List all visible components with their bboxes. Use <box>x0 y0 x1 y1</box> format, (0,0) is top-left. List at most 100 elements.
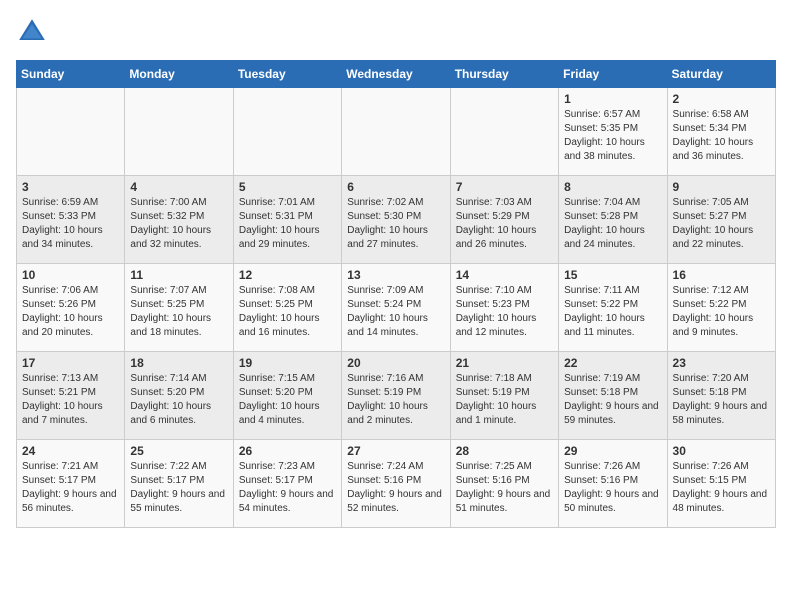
weekday-header: Thursday <box>450 61 558 88</box>
day-info: Sunrise: 7:10 AM Sunset: 5:23 PM Dayligh… <box>456 284 553 340</box>
page-header <box>16 16 776 48</box>
day-info: Sunrise: 7:12 AM Sunset: 5:22 PM Dayligh… <box>673 284 770 340</box>
day-number: 14 <box>456 268 553 282</box>
day-number: 16 <box>673 268 770 282</box>
day-number: 22 <box>564 356 661 370</box>
calendar-cell: 2 Sunrise: 6:58 AM Sunset: 5:34 PM Daylig… <box>667 88 775 176</box>
day-info: Sunrise: 6:59 AM Sunset: 5:33 PM Dayligh… <box>22 196 119 252</box>
day-number: 23 <box>673 356 770 370</box>
day-number: 6 <box>347 180 444 194</box>
day-info: Sunrise: 7:26 AM Sunset: 5:16 PM Dayligh… <box>564 460 661 516</box>
day-number: 12 <box>239 268 336 282</box>
day-info: Sunrise: 7:11 AM Sunset: 5:22 PM Dayligh… <box>564 284 661 340</box>
calendar-cell: 11Sunrise: 7:07 AM Sunset: 5:25 PM Dayli… <box>125 264 233 352</box>
weekday-header: Tuesday <box>233 61 341 88</box>
day-info: Sunrise: 7:20 AM Sunset: 5:18 PM Dayligh… <box>673 372 770 428</box>
calendar-cell: 20 Sunrise: 7:16 AM Sunset: 5:19 PM Dayli… <box>342 352 450 440</box>
calendar-cell: 9Sunrise: 7:05 AM Sunset: 5:27 PM Daylig… <box>667 176 775 264</box>
logo-icon <box>16 16 48 48</box>
logo <box>16 16 52 48</box>
calendar-row: 17Sunrise: 7:13 AM Sunset: 5:21 PM Dayli… <box>17 352 776 440</box>
day-number: 7 <box>456 180 553 194</box>
day-info: Sunrise: 7:02 AM Sunset: 5:30 PM Dayligh… <box>347 196 444 252</box>
day-info: Sunrise: 7:06 AM Sunset: 5:26 PM Dayligh… <box>22 284 119 340</box>
day-number: 3 <box>22 180 119 194</box>
calendar-cell: 19Sunrise: 7:15 AM Sunset: 5:20 PM Dayli… <box>233 352 341 440</box>
calendar-cell: 28 Sunrise: 7:25 AM Sunset: 5:16 PM Dayli… <box>450 440 558 528</box>
calendar-row: 1 Sunrise: 6:57 AM Sunset: 5:35 PM Daylig… <box>17 88 776 176</box>
day-info: Sunrise: 7:07 AM Sunset: 5:25 PM Dayligh… <box>130 284 227 340</box>
calendar-cell: 22 Sunrise: 7:19 AM Sunset: 5:18 PM Dayli… <box>559 352 667 440</box>
day-info: Sunrise: 7:21 AM Sunset: 5:17 PM Dayligh… <box>22 460 119 516</box>
day-info: Sunrise: 7:23 AM Sunset: 5:17 PM Dayligh… <box>239 460 336 516</box>
calendar-cell: 5 Sunrise: 7:01 AM Sunset: 5:31 PM Daylig… <box>233 176 341 264</box>
calendar-cell: 4 Sunrise: 7:00 AM Sunset: 5:32 PM Daylig… <box>125 176 233 264</box>
calendar-cell: 15 Sunrise: 7:11 AM Sunset: 5:22 PM Dayli… <box>559 264 667 352</box>
calendar-cell: 26Sunrise: 7:23 AM Sunset: 5:17 PM Dayli… <box>233 440 341 528</box>
calendar-cell: 14 Sunrise: 7:10 AM Sunset: 5:23 PM Dayli… <box>450 264 558 352</box>
calendar-cell: 7 Sunrise: 7:03 AM Sunset: 5:29 PM Daylig… <box>450 176 558 264</box>
day-number: 28 <box>456 444 553 458</box>
day-number: 25 <box>130 444 227 458</box>
day-info: Sunrise: 7:15 AM Sunset: 5:20 PM Dayligh… <box>239 372 336 428</box>
day-info: Sunrise: 6:58 AM Sunset: 5:34 PM Dayligh… <box>673 108 770 164</box>
day-info: Sunrise: 7:26 AM Sunset: 5:15 PM Dayligh… <box>673 460 770 516</box>
day-info: Sunrise: 7:18 AM Sunset: 5:19 PM Dayligh… <box>456 372 553 428</box>
day-number: 17 <box>22 356 119 370</box>
weekday-header: Wednesday <box>342 61 450 88</box>
day-info: Sunrise: 7:24 AM Sunset: 5:16 PM Dayligh… <box>347 460 444 516</box>
day-info: Sunrise: 7:25 AM Sunset: 5:16 PM Dayligh… <box>456 460 553 516</box>
weekday-header: Sunday <box>17 61 125 88</box>
calendar-row: 10 Sunrise: 7:06 AM Sunset: 5:26 PM Dayli… <box>17 264 776 352</box>
calendar-cell: 21 Sunrise: 7:18 AM Sunset: 5:19 PM Dayli… <box>450 352 558 440</box>
day-number: 27 <box>347 444 444 458</box>
day-info: Sunrise: 7:03 AM Sunset: 5:29 PM Dayligh… <box>456 196 553 252</box>
calendar-cell: 17Sunrise: 7:13 AM Sunset: 5:21 PM Dayli… <box>17 352 125 440</box>
calendar-cell: 12 Sunrise: 7:08 AM Sunset: 5:25 PM Dayli… <box>233 264 341 352</box>
day-number: 18 <box>130 356 227 370</box>
calendar-cell <box>450 88 558 176</box>
calendar-cell <box>17 88 125 176</box>
weekday-header: Saturday <box>667 61 775 88</box>
day-number: 10 <box>22 268 119 282</box>
day-number: 5 <box>239 180 336 194</box>
day-info: Sunrise: 7:16 AM Sunset: 5:19 PM Dayligh… <box>347 372 444 428</box>
calendar-row: 24 Sunrise: 7:21 AM Sunset: 5:17 PM Dayli… <box>17 440 776 528</box>
calendar-cell: 24 Sunrise: 7:21 AM Sunset: 5:17 PM Dayli… <box>17 440 125 528</box>
day-number: 21 <box>456 356 553 370</box>
day-info: Sunrise: 7:09 AM Sunset: 5:24 PM Dayligh… <box>347 284 444 340</box>
day-number: 20 <box>347 356 444 370</box>
day-number: 2 <box>673 92 770 106</box>
day-info: Sunrise: 6:57 AM Sunset: 5:35 PM Dayligh… <box>564 108 661 164</box>
calendar-cell <box>233 88 341 176</box>
calendar-cell <box>342 88 450 176</box>
calendar-cell: 6 Sunrise: 7:02 AM Sunset: 5:30 PM Daylig… <box>342 176 450 264</box>
calendar-table: SundayMondayTuesdayWednesdayThursdayFrid… <box>16 60 776 528</box>
weekday-header-row: SundayMondayTuesdayWednesdayThursdayFrid… <box>17 61 776 88</box>
day-info: Sunrise: 7:08 AM Sunset: 5:25 PM Dayligh… <box>239 284 336 340</box>
day-number: 1 <box>564 92 661 106</box>
day-info: Sunrise: 7:19 AM Sunset: 5:18 PM Dayligh… <box>564 372 661 428</box>
day-info: Sunrise: 7:22 AM Sunset: 5:17 PM Dayligh… <box>130 460 227 516</box>
calendar-row: 3 Sunrise: 6:59 AM Sunset: 5:33 PM Daylig… <box>17 176 776 264</box>
calendar-cell: 10 Sunrise: 7:06 AM Sunset: 5:26 PM Dayli… <box>17 264 125 352</box>
day-number: 15 <box>564 268 661 282</box>
day-number: 4 <box>130 180 227 194</box>
day-info: Sunrise: 7:01 AM Sunset: 5:31 PM Dayligh… <box>239 196 336 252</box>
day-number: 13 <box>347 268 444 282</box>
calendar-cell: 30 Sunrise: 7:26 AM Sunset: 5:15 PM Dayli… <box>667 440 775 528</box>
day-number: 30 <box>673 444 770 458</box>
calendar-cell: 27 Sunrise: 7:24 AM Sunset: 5:16 PM Dayli… <box>342 440 450 528</box>
calendar-cell: 25 Sunrise: 7:22 AM Sunset: 5:17 PM Dayli… <box>125 440 233 528</box>
day-info: Sunrise: 7:00 AM Sunset: 5:32 PM Dayligh… <box>130 196 227 252</box>
day-number: 24 <box>22 444 119 458</box>
calendar-cell: 16 Sunrise: 7:12 AM Sunset: 5:22 PM Dayli… <box>667 264 775 352</box>
calendar-cell: 13 Sunrise: 7:09 AM Sunset: 5:24 PM Dayli… <box>342 264 450 352</box>
day-number: 8 <box>564 180 661 194</box>
calendar-cell <box>125 88 233 176</box>
day-info: Sunrise: 7:05 AM Sunset: 5:27 PM Dayligh… <box>673 196 770 252</box>
day-number: 29 <box>564 444 661 458</box>
calendar-cell: 8Sunrise: 7:04 AM Sunset: 5:28 PM Daylig… <box>559 176 667 264</box>
weekday-header: Friday <box>559 61 667 88</box>
calendar-cell: 29 Sunrise: 7:26 AM Sunset: 5:16 PM Dayli… <box>559 440 667 528</box>
